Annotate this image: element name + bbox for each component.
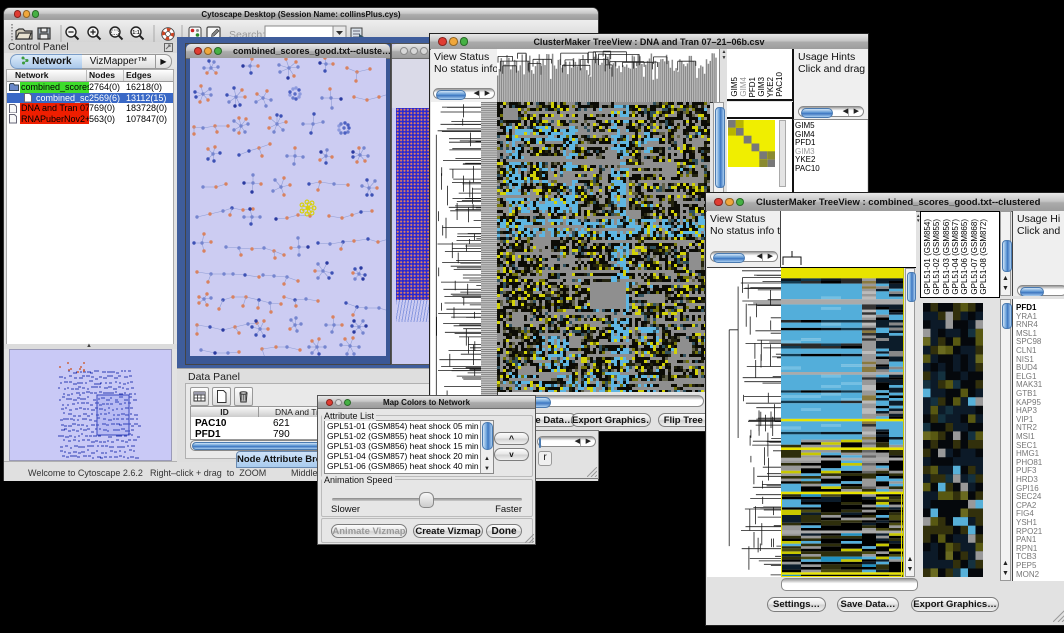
svg-text:1:1: 1:1	[132, 30, 139, 36]
